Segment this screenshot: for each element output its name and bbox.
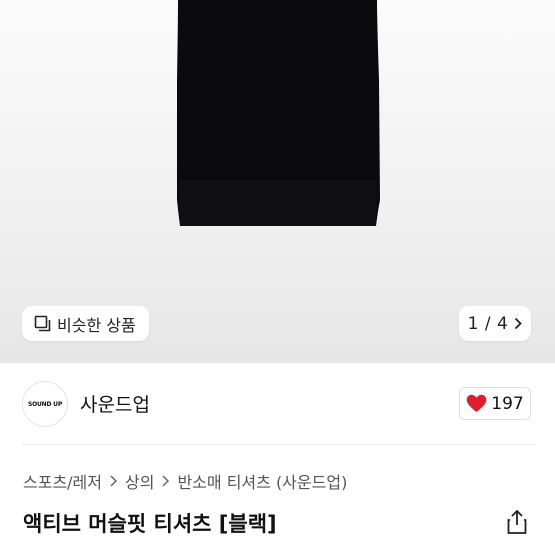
like-button[interactable]: 197 <box>459 387 531 420</box>
similar-products-icon <box>34 315 51 332</box>
brand-logo[interactable]: SOUND UP <box>22 381 68 427</box>
chevron-right-icon <box>162 475 170 487</box>
product-title: 액티브 머슬핏 티셔츠 [블랙] <box>23 512 277 536</box>
image-counter: 1 / 4 <box>467 313 509 334</box>
like-count: 197 <box>491 393 524 414</box>
chevron-right-icon <box>514 317 523 330</box>
brand-logo-text: SOUND UP <box>27 400 63 408</box>
breadcrumb-item-type[interactable]: 반소매 티셔츠 (사운드업) <box>177 469 347 493</box>
share-icon <box>505 509 529 535</box>
chevron-right-icon <box>110 475 117 487</box>
similar-products-label: 비슷한 상품 <box>57 315 136 335</box>
heart-icon <box>466 394 487 413</box>
divider <box>22 444 533 445</box>
similar-products-button[interactable]: 비슷한 상품 <box>22 306 149 341</box>
breadcrumb-item-category[interactable]: 스포츠/레저 <box>23 469 102 493</box>
share-button[interactable] <box>505 509 529 535</box>
breadcrumb: 스포츠/레저 상의 반소매 티셔츠 (사운드업) <box>23 469 347 493</box>
product-image-area[interactable]: 비슷한 상품 1 / 4 <box>0 0 555 363</box>
breadcrumb-item-subcategory[interactable]: 상의 <box>125 469 154 493</box>
image-counter-button[interactable]: 1 / 4 <box>459 306 531 341</box>
brand-name[interactable]: 사운드업 <box>80 390 150 417</box>
brand-row: SOUND UP 사운드업 197 <box>0 363 555 445</box>
